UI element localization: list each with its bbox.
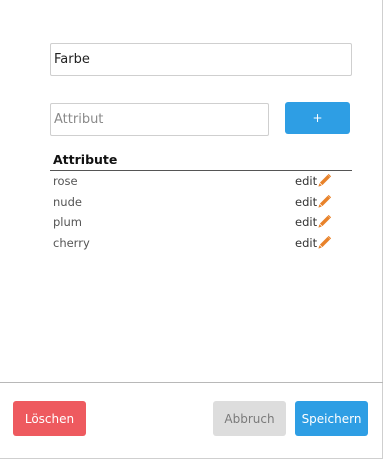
table-row: plum edit [50,212,352,233]
table-row: rose edit [50,171,352,192]
delete-button[interactable]: Löschen [13,401,86,436]
attribute-table-header: Attribute [50,150,352,171]
table-row: nude edit [50,192,352,213]
add-attribute-button[interactable]: + [285,102,350,134]
edit-attribute-link[interactable]: edit [295,192,332,213]
name-input[interactable] [50,43,352,76]
attribute-name: nude [53,194,82,209]
footer-divider [0,382,383,383]
edit-label: edit [295,174,318,188]
edit-attribute-link[interactable]: edit [295,212,332,233]
edit-label: edit [295,194,318,209]
cancel-button[interactable]: Abbruch [213,401,286,436]
attribute-name: plum [53,215,82,229]
edit-attribute-link[interactable]: edit [295,233,332,254]
attribute-name: cherry [53,235,90,250]
table-row: cherry edit [50,233,352,254]
edit-label: edit [295,215,318,229]
pencil-icon [318,235,332,249]
attribute-table: Attribute rose edit nude edit plum edit … [50,150,352,253]
attribute-input[interactable] [50,103,269,136]
pencil-icon [318,194,332,208]
pencil-icon [318,174,332,187]
edit-label: edit [295,235,318,250]
pencil-icon [318,215,332,228]
save-button[interactable]: Speichern [295,401,368,436]
attribute-dialog: + Attribute rose edit nude edit plum edi… [0,0,383,459]
edit-attribute-link[interactable]: edit [295,171,332,192]
attribute-name: rose [53,174,78,188]
